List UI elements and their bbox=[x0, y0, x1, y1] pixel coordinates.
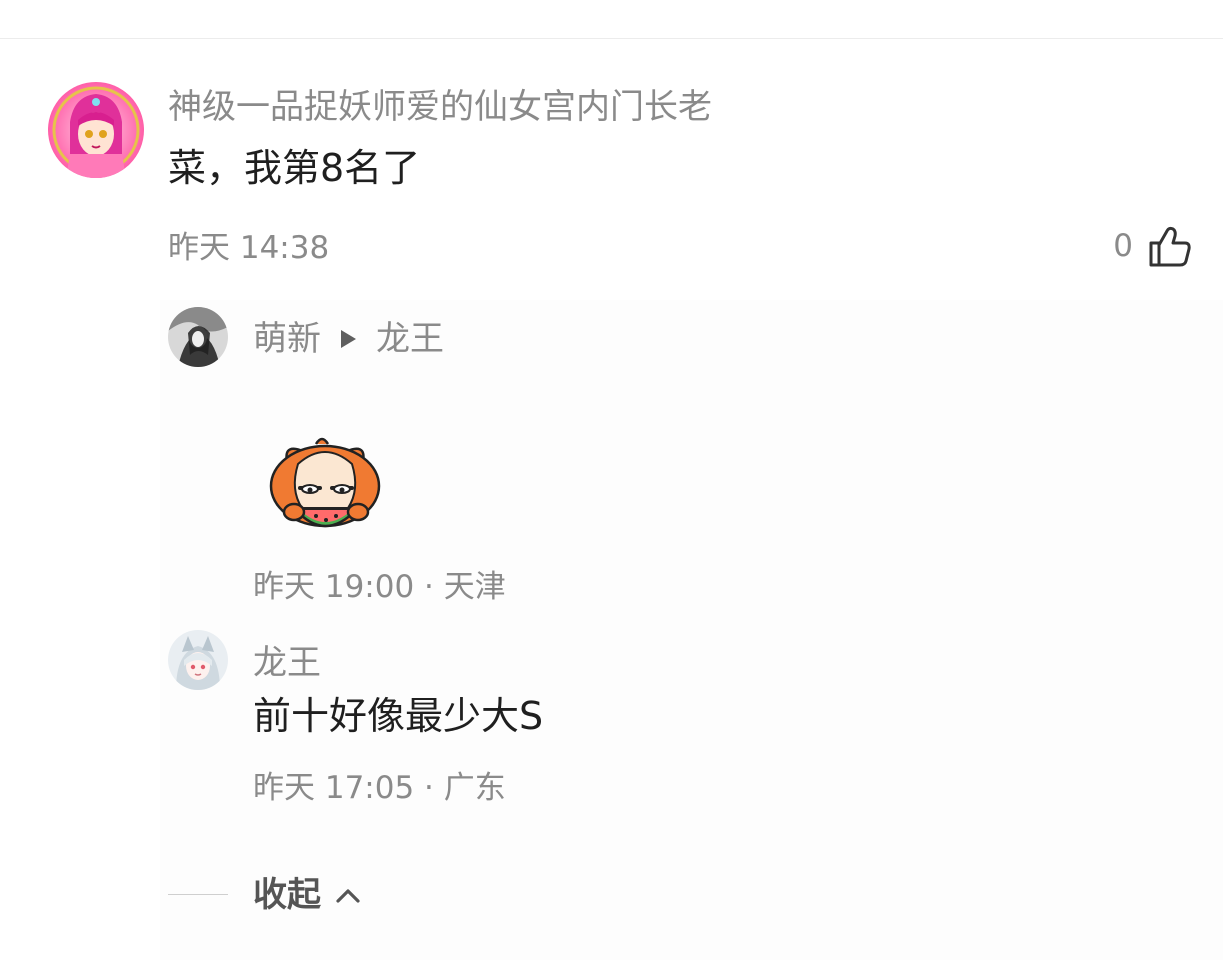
reply-target-username[interactable]: 龙王 bbox=[376, 316, 444, 362]
chevron-up-icon bbox=[336, 889, 360, 903]
comment-timestamp: 昨天 14:38 bbox=[168, 230, 330, 266]
anime-girl-avatar-icon bbox=[48, 82, 144, 178]
thumbs-up-icon[interactable] bbox=[1147, 223, 1193, 269]
reply-username[interactable]: 龙王 bbox=[253, 640, 321, 686]
avatar[interactable] bbox=[168, 630, 228, 690]
like-count: 0 bbox=[1113, 228, 1133, 264]
reply-username[interactable]: 萌新 bbox=[253, 316, 321, 362]
comment-text: 菜，我第8名了 bbox=[168, 146, 421, 190]
reply-arrow-icon bbox=[341, 330, 356, 348]
collapse-button[interactable]: 收起 bbox=[253, 872, 361, 918]
like-button[interactable]: 0 bbox=[1113, 222, 1193, 270]
anime-character-avatar-icon bbox=[168, 630, 228, 690]
reply-header: 萌新 龙王 bbox=[253, 316, 444, 362]
reply-timestamp-location: 昨天 17:05 · 广东 bbox=[253, 770, 506, 806]
reply-text: 前十好像最少大S bbox=[253, 694, 544, 738]
comment-username[interactable]: 神级一品捉妖师爱的仙女宫内门长老 bbox=[168, 84, 712, 130]
cat-eating-watermelon-sticker bbox=[260, 430, 390, 542]
replies-panel bbox=[160, 300, 1223, 960]
top-divider bbox=[0, 38, 1223, 39]
avatar[interactable] bbox=[168, 307, 228, 367]
collapse-label: 收起 bbox=[253, 875, 321, 915]
ink-painting-avatar-icon bbox=[168, 307, 228, 367]
sticker-icon bbox=[269, 437, 381, 528]
comment-thread: 神级一品捉妖师爱的仙女宫内门长老 菜，我第8名了 昨天 14:38 0 萌新 龙… bbox=[0, 0, 1223, 960]
avatar[interactable] bbox=[48, 82, 144, 178]
reply-timestamp-location: 昨天 19:00 · 天津 bbox=[253, 569, 506, 605]
collapse-divider bbox=[168, 894, 228, 895]
